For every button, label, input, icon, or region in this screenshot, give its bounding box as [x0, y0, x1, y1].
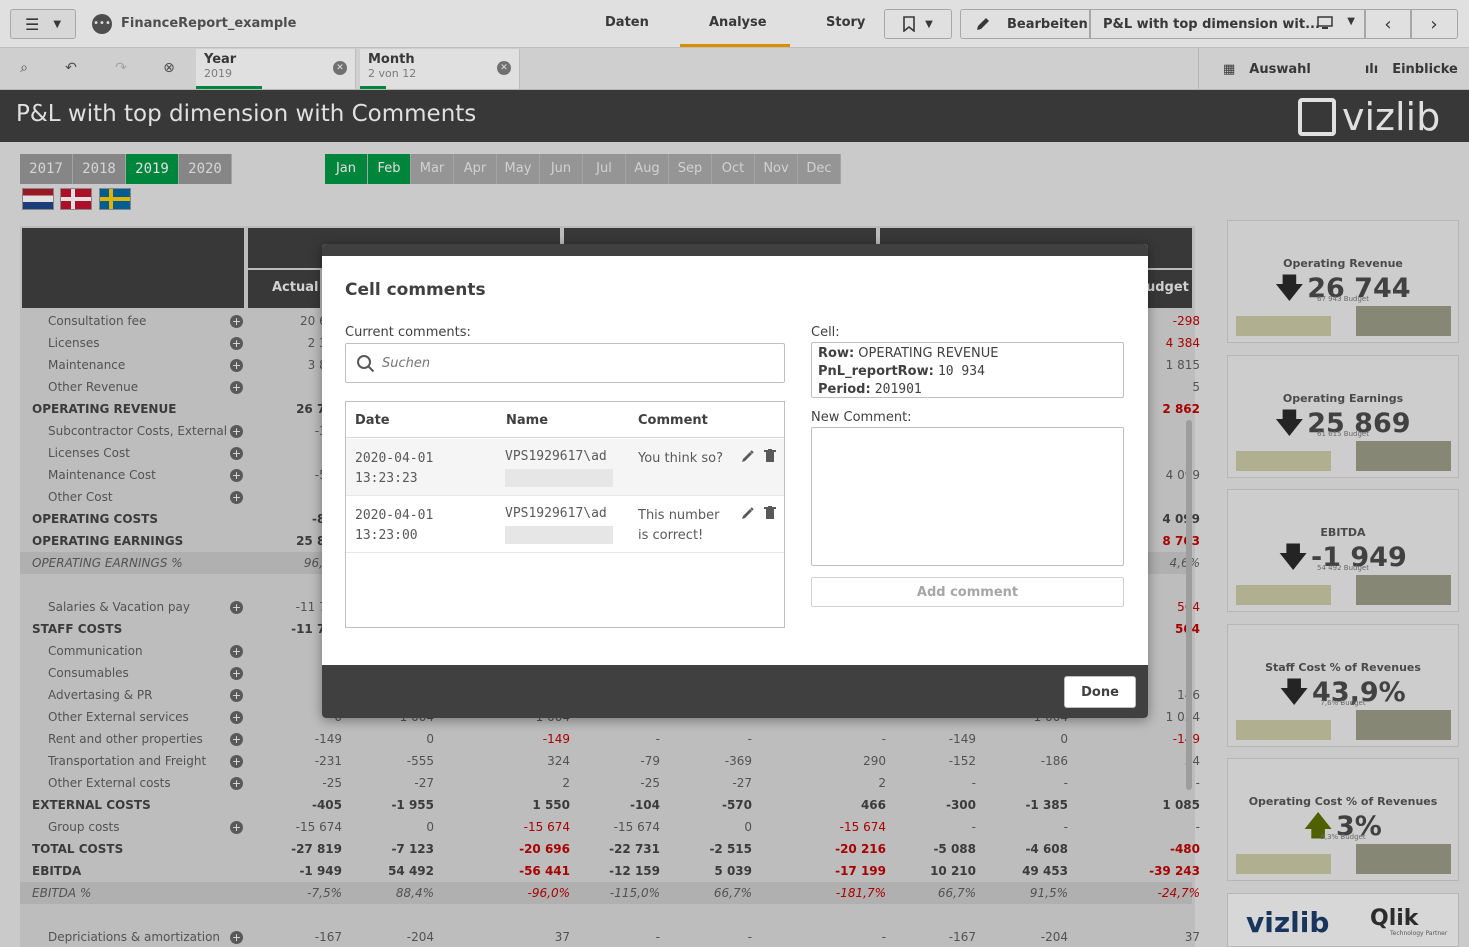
comment-text: This number is correct!: [638, 508, 720, 543]
comment-date: 2020-04-01 13:23:00: [355, 508, 434, 543]
pnl-value: 10 934: [937, 364, 985, 379]
column-date: Date: [355, 413, 390, 428]
dialog-header-strip: [322, 244, 1148, 256]
new-comment-input[interactable]: [811, 427, 1124, 566]
period-key: Period:: [818, 382, 871, 397]
redacted-name: [505, 526, 613, 544]
comment-row: 2020-04-01 13:23:00 VPS1929617\ad This n…: [346, 496, 784, 553]
search-input[interactable]: [382, 352, 772, 374]
column-name: Name: [506, 413, 549, 428]
redacted-name: [505, 469, 613, 487]
done-button[interactable]: Done: [1064, 676, 1136, 708]
comments-table: Date Name Comment 2020-04-01 13:23:23 VP…: [345, 401, 785, 628]
comment-text: You think so?: [638, 451, 724, 466]
comments-table-header: Date Name Comment: [346, 402, 784, 438]
dialog-title: Cell comments: [345, 280, 486, 300]
comment-name: VPS1929617\ad: [505, 449, 607, 464]
current-comments-label: Current comments:: [345, 325, 471, 340]
comment-date: 2020-04-01 13:23:23: [355, 451, 434, 486]
pencil-icon[interactable]: [741, 506, 755, 520]
column-comment: Comment: [638, 413, 708, 428]
cell-info: Row: OPERATING REVENUE PnL_reportRow: 10…: [811, 342, 1124, 398]
cell-label: Cell:: [811, 325, 840, 340]
cell-comments-dialog: Cell comments Current comments: Date Nam…: [322, 244, 1148, 718]
row-value: OPERATING REVENUE: [858, 346, 999, 361]
add-comment-button[interactable]: Add comment: [811, 577, 1124, 607]
comment-row: 2020-04-01 13:23:23 VPS1929617\ad You th…: [346, 439, 784, 496]
dialog-footer: [322, 665, 1148, 718]
period-value: 201901: [874, 382, 922, 397]
new-comment-label: New Comment:: [811, 410, 912, 425]
trash-icon[interactable]: [764, 506, 776, 520]
search-icon: [357, 355, 375, 373]
comment-name: VPS1929617\ad: [505, 506, 607, 521]
pnl-key: PnL_reportRow:: [818, 364, 934, 379]
pencil-icon[interactable]: [741, 449, 755, 463]
row-key: Row:: [818, 346, 855, 361]
trash-icon[interactable]: [764, 449, 776, 463]
comment-search[interactable]: [345, 343, 785, 383]
